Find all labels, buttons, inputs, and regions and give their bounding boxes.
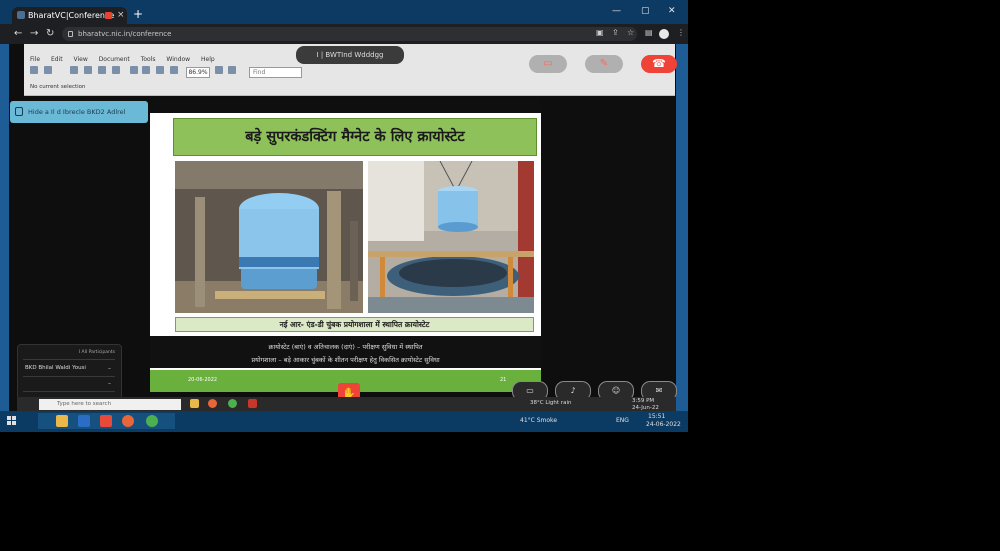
extension-icon[interactable]: ▤ xyxy=(645,28,653,37)
camera-permission-icon[interactable]: ▣ xyxy=(596,28,604,37)
share-icon[interactable]: ⇪ xyxy=(612,28,619,37)
popup-divider xyxy=(23,359,115,360)
slide-page-number: 21 xyxy=(500,377,507,383)
remote-weather: 38°C Light rain xyxy=(530,400,572,406)
media-app-icon[interactable] xyxy=(100,415,112,427)
slide-title-box: बड़े सुपरकंडक्टिंग मैग्नेट के लिए क्रायो… xyxy=(173,118,537,156)
shared-slide: बड़े सुपरकंडक्टिंग मैग्नेट के लिए क्रायो… xyxy=(150,98,541,392)
browser-tab-strip: BharatVC|Conference × + — ▢ ✕ xyxy=(0,0,688,24)
menu-file[interactable]: File xyxy=(30,56,40,63)
participants-header: I All Participants xyxy=(78,350,115,355)
chrome-taskbar-icon[interactable] xyxy=(146,415,158,427)
host-language[interactable]: ENG xyxy=(616,417,629,424)
slide-top-band xyxy=(150,98,541,113)
side-panel-label: Hide a Il d Ibrecle BKD2 Adlrel xyxy=(28,108,126,116)
firefox-icon[interactable] xyxy=(208,399,217,408)
firefox-taskbar-icon[interactable] xyxy=(122,415,134,427)
page-up-icon[interactable] xyxy=(130,66,138,74)
snapshot-icon[interactable] xyxy=(98,66,106,74)
menu-document[interactable]: Document xyxy=(99,56,130,63)
participant-name: BKD Bhilal Waldi Yousi xyxy=(25,365,86,371)
selection-status: No current selection xyxy=(30,84,86,90)
print-icon[interactable] xyxy=(30,66,38,74)
slide-subtitle-line-1: क्रायोस्टेट (बाएं) व अतिचालक (दाएं) – पर… xyxy=(268,343,423,351)
site-favicon-icon xyxy=(17,11,25,19)
slide-subtitle-line-2: प्रयोगशाला – बड़े आकार चुंबकों के शीतन प… xyxy=(251,356,440,364)
menu-tools[interactable]: Tools xyxy=(141,56,156,63)
find-field[interactable]: Find xyxy=(249,67,302,78)
bookmark-star-icon[interactable]: ☆ xyxy=(627,28,634,37)
popup-divider xyxy=(23,376,115,377)
camera-off-button[interactable]: ▭ xyxy=(529,55,567,73)
slide-footer-date: 20-06-2022 xyxy=(188,377,218,383)
end-call-button[interactable]: ☎ xyxy=(641,55,677,73)
file-explorer-icon[interactable] xyxy=(56,415,68,427)
save-icon[interactable] xyxy=(44,66,52,74)
profile-avatar[interactable] xyxy=(659,29,669,39)
panel-icon xyxy=(15,107,23,116)
window-minimize-button[interactable]: — xyxy=(612,6,621,16)
host-weather: 41°C Smoke xyxy=(520,417,558,424)
desktop-screen: BharatVC|Conference × + — ▢ ✕ ← → ↻ bhar… xyxy=(0,0,688,432)
page-down-icon[interactable] xyxy=(142,66,150,74)
zoom-out-icon[interactable] xyxy=(156,66,164,74)
menu-window[interactable]: Window xyxy=(166,56,190,63)
host-clock-date: 24-06-2022 xyxy=(646,421,681,428)
remote-clock-time: 3:59 PM xyxy=(632,398,655,404)
slide-caption: नई आर- एंड-डी चुंबक प्रयोगशाला में स्थाप… xyxy=(175,317,534,332)
zoom-level-field[interactable]: 86.9% xyxy=(186,67,210,78)
recording-indicator-icon xyxy=(105,12,112,19)
acrobat-icon[interactable] xyxy=(248,399,257,408)
shared-app-menu: File Edit View Document Tools Window Hel… xyxy=(30,56,224,63)
window-close-button[interactable]: ✕ xyxy=(668,6,676,16)
remote-search-box[interactable]: Type here to search xyxy=(39,399,181,410)
zoom-plus-icon[interactable] xyxy=(170,66,178,74)
presenter-name-pill: I | BWTInd Wdddgg xyxy=(296,46,404,64)
select-tool-icon[interactable] xyxy=(84,66,92,74)
participant-options-icon[interactable]: – xyxy=(108,380,111,387)
menu-view[interactable]: View xyxy=(74,56,88,63)
windows-start-icon[interactable] xyxy=(7,416,17,426)
browser-nav-bar: ← → ↻ bharatvc.nic.in/conference xyxy=(0,24,688,44)
page-right-edge xyxy=(676,44,688,411)
popup-divider xyxy=(23,391,115,392)
folder-icon[interactable] xyxy=(190,399,199,408)
cryostat-photo-left xyxy=(175,161,363,313)
address-bar[interactable]: bharatvc.nic.in/conference xyxy=(62,27,637,41)
fit-width-icon[interactable] xyxy=(228,66,236,74)
tab-bharatvc[interactable]: BharatVC|Conference × xyxy=(12,7,127,24)
participant-options-icon[interactable]: – xyxy=(108,365,111,372)
fit-page-icon[interactable] xyxy=(215,66,223,74)
window-maximize-button[interactable]: ▢ xyxy=(641,6,650,16)
new-tab-button[interactable]: + xyxy=(133,8,143,20)
outlook-icon[interactable] xyxy=(78,415,90,427)
zoom-in-icon[interactable] xyxy=(112,66,120,74)
tab-close-icon[interactable]: × xyxy=(117,7,125,24)
cryostat-photo-right xyxy=(368,161,534,313)
menu-edit[interactable]: Edit xyxy=(51,56,63,63)
forward-arrow-icon[interactable]: → xyxy=(30,28,38,40)
tab-title: BharatVC|Conference xyxy=(28,11,115,20)
side-panel-button[interactable]: Hide a Il d Ibrecle BKD2 Adlrel xyxy=(10,101,148,123)
browser-menu-icon[interactable]: ⋮ xyxy=(677,28,685,37)
slide-title: बड़े सुपरकंडक्टिंग मैग्नेट के लिए क्रायो… xyxy=(245,129,465,145)
reload-icon[interactable]: ↻ xyxy=(46,28,54,40)
page-left-edge xyxy=(0,44,9,411)
participants-popup: I All Participants BKD Bhilal Waldi Yous… xyxy=(17,344,122,405)
mic-off-button[interactable]: ✎ xyxy=(585,55,623,73)
lock-icon xyxy=(68,31,73,37)
host-clock-time: 15:51 xyxy=(648,413,666,420)
hand-tool-icon[interactable] xyxy=(70,66,78,74)
back-arrow-icon[interactable]: ← xyxy=(14,28,22,40)
address-url: bharatvc.nic.in/conference xyxy=(78,30,172,38)
menu-help[interactable]: Help xyxy=(201,56,215,63)
chrome-icon[interactable] xyxy=(228,399,237,408)
